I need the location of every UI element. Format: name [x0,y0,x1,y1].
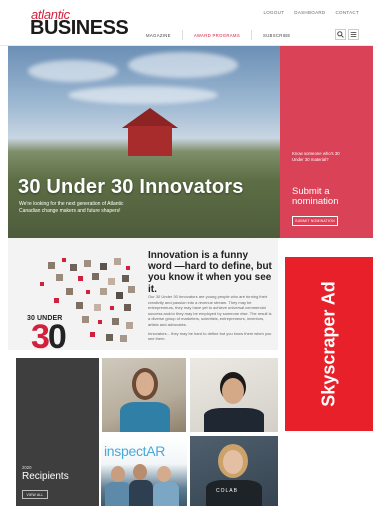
nav-subscribe[interactable]: SUBSCRIBE [252,33,302,38]
recipient-photo[interactable] [102,358,186,432]
menu-icon[interactable] [348,29,359,40]
nav-award-programs[interactable]: AWARD PROGRAMS [183,33,251,38]
nomination-title: Submit a nomination [292,186,339,208]
portrait-mosaic: 30 UNDER 30 [20,258,136,354]
house-roof [122,108,178,128]
ad-label: Skyscraper Ad [318,281,339,407]
skyscraper-ad[interactable]: Skyscraper Ad [285,257,373,431]
recipients-year: 2020 [22,465,32,470]
logo-business[interactable]: BUSINESS [30,18,129,38]
recipient-photo[interactable]: inspectAR [101,436,187,506]
red-house [128,126,172,156]
recipient-photo[interactable] [190,358,278,432]
logo-30-numeral: 30 [31,318,67,356]
hero-title: 30 Under 30 Innovators [18,176,244,198]
hero-banner: 30 Under 30 Innovators We're looking for… [8,46,373,238]
recipients-title: Recipients [22,471,69,482]
header-icons [335,29,359,40]
recipient-photo[interactable]: COLAB [190,436,278,506]
top-links: LOGOUT DASHBOARD CONTACT [263,10,359,15]
hero-subtitle: We're looking for the next generation of… [19,201,124,214]
logout-link[interactable]: LOGOUT [263,10,284,15]
nomination-panel: Know someone who's 30 Under 30 material?… [280,46,373,238]
dashboard-link[interactable]: DASHBOARD [294,10,325,15]
inspectar-logo-text: inspectAR [104,443,166,459]
nav-magazine[interactable]: MAGAZINE [135,33,182,38]
submit-nomination-button[interactable]: SUBMIT NOMINATION [292,216,338,226]
recipients-card[interactable]: 2020 Recipients VIEW ALL [16,358,99,506]
site-header: atlantic BUSINESS LOGOUT DASHBOARD CONTA… [0,0,373,46]
nomination-question: Know someone who's 30 Under 30 material? [292,151,340,162]
search-icon[interactable] [335,29,346,40]
intro-heading: Innovation is a funny word —hard to defi… [148,250,272,295]
view-all-button[interactable]: VIEW ALL [22,490,48,499]
contact-link[interactable]: CONTACT [335,10,359,15]
intro-paragraph: Innovators... they may be hard to define… [148,330,272,342]
intro-section: 30 UNDER 30 Innovation is a funny word —… [8,238,278,354]
colab-shirt-text: COLAB [216,488,238,494]
intro-paragraph: Our 30 Under 30 Innovators are young peo… [148,294,272,327]
main-nav: MAGAZINE AWARD PROGRAMS SUBSCRIBE [135,30,302,40]
intro-body: Our 30 Under 30 Innovators are young peo… [148,294,272,345]
